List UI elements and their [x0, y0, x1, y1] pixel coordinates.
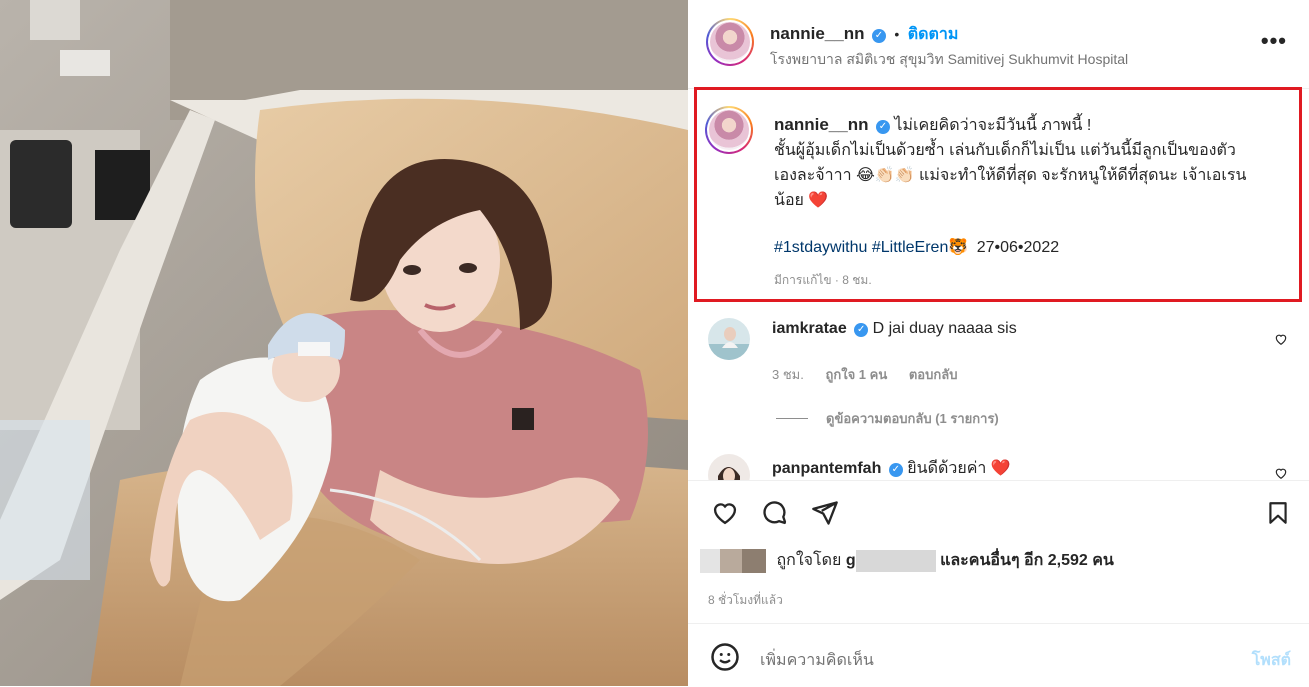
- author-avatar[interactable]: [706, 18, 754, 66]
- post-time-ago[interactable]: 8 ชั่วโมงที่แล้ว: [708, 591, 783, 610]
- comment-reply-button[interactable]: ตอบกลับ: [909, 367, 958, 382]
- comment-bubble-icon[interactable]: [760, 499, 790, 527]
- bookmark-icon[interactable]: [1265, 499, 1291, 527]
- commenter-avatar[interactable]: [708, 454, 750, 480]
- caption-line-4: น้อย ❤️: [774, 192, 829, 209]
- caption-username[interactable]: nannie__nn: [774, 115, 868, 134]
- blurred-username: [855, 549, 936, 572]
- comment-item: iamkratae ✓ D jai duay naaaa sis 3 ชม. ถ…: [708, 318, 1288, 398]
- separator-dot: •: [894, 26, 900, 42]
- caption-highlight: nannie__nn ✓ ไม่เคยคิดว่าจะมีวันนี้ ภาพน…: [694, 87, 1302, 302]
- post-photo-image: [0, 0, 688, 686]
- comment-likes[interactable]: ถูกใจ 1 คน: [825, 367, 887, 382]
- post-header: nannie__nn ✓ • ติดตาม โรงพยาบาล สมิติเวช…: [688, 0, 1309, 89]
- comment-item: panpantemfah ✓ ยินดีด้วยค่า ❤️: [708, 454, 1288, 480]
- verified-badge-icon: ✓: [854, 323, 869, 337]
- commenter-avatar[interactable]: [708, 318, 750, 360]
- caption-line-2: ชั้นผู้อุ้มเด็กไม่เป็นด้วยซ้ำ เล่นกับเด็…: [774, 142, 1236, 159]
- verified-badge-icon: ✓: [871, 29, 886, 43]
- commenter-avatar-image: [708, 318, 750, 360]
- commenter-avatar-image: [708, 454, 750, 480]
- post-photo[interactable]: [0, 0, 688, 686]
- commenter-username[interactable]: panpantemfah: [772, 460, 881, 477]
- follow-button[interactable]: ติดตาม: [908, 26, 959, 43]
- share-send-icon[interactable]: [810, 499, 840, 527]
- post-panel: nannie__nn ✓ • ติดตาม โรงพยาบาล สมิติเวช…: [688, 0, 1309, 686]
- tiger-emoji: 🐯: [948, 239, 969, 256]
- like-heart-icon[interactable]: [710, 499, 740, 527]
- replies-divider: [776, 418, 808, 419]
- verified-badge-icon: ✓: [888, 463, 903, 477]
- caption-line-1: ไม่เคยคิดว่าจะมีวันนี้ ภาพนี้ !: [894, 117, 1092, 134]
- hashtag-1stdaywithu[interactable]: #1stdaywithu: [774, 239, 867, 256]
- caption-text: nannie__nn ✓ ไม่เคยคิดว่าจะมีวันนี้ ภาพน…: [774, 112, 1284, 293]
- likes-prefix: ถูกใจโดย: [776, 552, 842, 569]
- add-comment-bar: เพิ่มความคิดเห็น โพสต์: [688, 623, 1309, 687]
- comment-text: D jai duay naaaa sis: [872, 320, 1017, 337]
- post-location[interactable]: โรงพยาบาล สมิติเวช สุขุมวิท Samitivej Su…: [770, 49, 1128, 71]
- caption-date: 27•06•2022: [976, 239, 1060, 256]
- liker-avatars: [700, 548, 766, 573]
- author-username[interactable]: nannie__nn: [770, 24, 864, 43]
- add-comment-input[interactable]: เพิ่มความคิดเห็น: [760, 648, 874, 673]
- comment-like-heart-icon[interactable]: [1274, 332, 1288, 346]
- emoji-smiley-icon[interactable]: [710, 642, 740, 672]
- more-horizontal-icon[interactable]: •••: [1261, 28, 1287, 54]
- comment-time[interactable]: 3 ชม.: [772, 367, 804, 382]
- caption-edited: มีการแก้ไข · 8 ชม.: [774, 273, 872, 287]
- view-replies-label: ดูข้อความตอบกลับ (1 รายการ): [826, 411, 999, 426]
- likes-count[interactable]: และคนอื่นๆ อีก 2,592 คน: [940, 552, 1114, 569]
- likes-summary[interactable]: ถูกใจโดย g และคนอื่นๆ อีก 2,592 คน: [700, 548, 1114, 573]
- comment-text: ยินดีด้วยค่า ❤️: [907, 460, 1011, 477]
- view-replies-button[interactable]: ดูข้อความตอบกลับ (1 รายการ): [776, 408, 999, 429]
- hashtag-littleeren[interactable]: #LittleEren: [872, 239, 949, 256]
- post-comment-button[interactable]: โพสต์: [1252, 648, 1291, 673]
- action-bar: [688, 480, 1309, 547]
- liker-username[interactable]: g: [846, 552, 856, 569]
- comment-like-heart-icon[interactable]: [1274, 466, 1288, 480]
- caption-author-avatar[interactable]: [705, 106, 753, 154]
- caption-line-3: เองละจ้าาา 😂👏🏻👏🏻 แม่จะทำให้ดีที่สุด จะรั…: [774, 167, 1247, 184]
- commenter-username[interactable]: iamkratae: [772, 320, 847, 337]
- verified-badge-icon: ✓: [875, 120, 890, 134]
